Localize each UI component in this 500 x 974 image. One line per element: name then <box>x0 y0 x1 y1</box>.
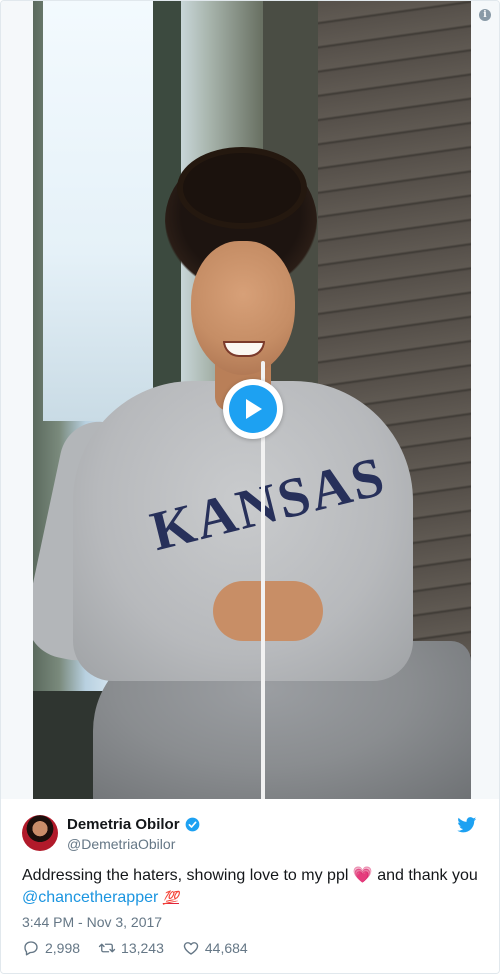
hands <box>213 581 323 641</box>
tweet-timestamp[interactable]: 3:44 PM - Nov 3, 2017 <box>22 914 162 930</box>
author-handle[interactable]: @DemetriaObilor <box>67 836 175 852</box>
retweet-count: 13,243 <box>121 940 164 956</box>
tweet-text: Addressing the haters, showing love to m… <box>22 865 492 909</box>
author-name[interactable]: Demetria Obilor <box>67 816 180 833</box>
twitter-bird-icon[interactable] <box>457 817 477 833</box>
reply-icon <box>24 941 38 956</box>
retweet-icon <box>98 943 116 953</box>
tweet-actions: 2,998 13,243 44,684 <box>22 939 248 957</box>
embedded-tweet-card: KANSAS i Demetria Obilor @DemetriaObilor… <box>0 0 500 974</box>
like-count: 44,684 <box>204 940 248 956</box>
avatar[interactable] <box>22 815 58 851</box>
video-player[interactable]: KANSAS i <box>1 1 499 799</box>
tweet-text-part-1: Addressing the haters, showing love to m… <box>22 867 353 884</box>
tweet-text-part-2: and thank you <box>372 867 478 884</box>
reply-button[interactable]: 2,998 <box>22 939 80 957</box>
hundred-emoji: 💯 <box>162 890 179 905</box>
heart-emoji: 💗 <box>352 867 373 884</box>
reply-count: 2,998 <box>45 940 81 956</box>
mention-link[interactable]: @chancetherapper <box>22 889 158 906</box>
info-icon[interactable]: i <box>479 9 491 21</box>
play-icon <box>229 385 277 433</box>
retweet-button[interactable]: 13,243 <box>98 939 164 957</box>
like-button[interactable]: 44,684 <box>182 939 248 957</box>
hair-bun <box>183 153 301 223</box>
verified-icon <box>185 817 199 832</box>
play-button[interactable] <box>223 379 283 439</box>
tweet-body: Demetria Obilor @DemetriaObilor Addressi… <box>1 799 499 973</box>
author-row: Demetria Obilor <box>67 816 200 833</box>
like-icon <box>183 942 199 955</box>
